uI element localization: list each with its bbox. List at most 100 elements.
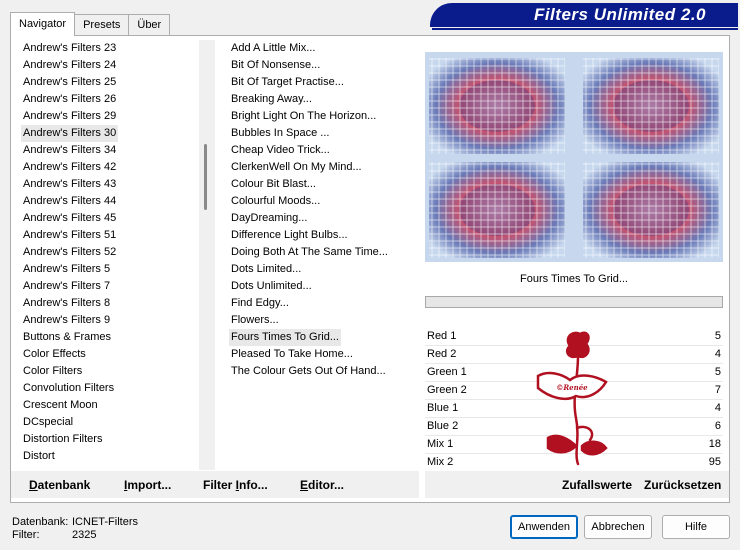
filter-item-label: Bit Of Target Practise...	[231, 76, 344, 88]
parameter-value: 5	[714, 330, 721, 342]
parameter-label: Red 2	[427, 348, 457, 360]
parameter-value: 6	[714, 420, 721, 432]
database-button[interactable]: Datenbank	[29, 478, 90, 492]
parameter-value: 4	[714, 348, 721, 360]
status-filter-value: 2325	[72, 529, 97, 541]
category-item[interactable]: Andrew's Filters 23	[18, 40, 198, 57]
filter-list[interactable]: Add A Little Mix... Bit Of Nonsense... Bit…	[226, 40, 416, 470]
category-item-label: Andrew's Filters 45	[23, 212, 117, 224]
category-item[interactable]: Andrew's Filters 42	[18, 159, 198, 176]
filter-item[interactable]: Colourful Moods...	[226, 193, 416, 210]
filter-item-label: ClerkenWell On My Mind...	[231, 161, 362, 173]
filter-info-button[interactable]: Filter Info...	[203, 478, 268, 492]
parameter-row[interactable]: Mix 2 95	[425, 454, 723, 472]
filter-item[interactable]: The Colour Gets Out Of Hand...	[226, 363, 416, 380]
parameter-row[interactable]: Green 2 7	[425, 382, 723, 400]
category-item-label: Distort	[23, 450, 55, 462]
cancel-button[interactable]: Abbrechen	[584, 515, 652, 539]
category-item[interactable]: Distort	[18, 448, 198, 465]
filter-item[interactable]: Doing Both At The Same Time...	[226, 244, 416, 261]
category-item-label: Andrew's Filters 44	[23, 195, 117, 207]
apply-button[interactable]: Anwenden	[510, 515, 578, 539]
filter-item[interactable]: Dots Limited...	[226, 261, 416, 278]
category-item[interactable]: Andrew's Filters 7	[18, 278, 198, 295]
category-item[interactable]: Color Effects	[18, 346, 198, 363]
category-item[interactable]: Andrew's Filters 29	[18, 108, 198, 125]
parameter-value: 18	[708, 438, 721, 450]
filter-item[interactable]: Bright Light On The Horizon...	[226, 108, 416, 125]
filter-item[interactable]: Dots Unlimited...	[226, 278, 416, 295]
filter-item[interactable]: Find Edgy...	[226, 295, 416, 312]
category-scrollbar[interactable]	[199, 40, 215, 470]
random-values-button[interactable]: Zufallswerte	[562, 478, 632, 492]
category-item-label: Andrew's Filters 29	[23, 110, 117, 122]
filter-item[interactable]: Bit Of Target Practise...	[226, 74, 416, 91]
filter-item-label: Cheap Video Trick...	[231, 144, 330, 156]
category-item-label: Andrew's Filters 42	[23, 161, 117, 173]
scrollbar-thumb[interactable]	[204, 144, 207, 210]
editor-button[interactable]: Editor...	[300, 478, 344, 492]
category-list[interactable]: Andrew's Filters 23 Andrew's Filters 24 An…	[18, 40, 198, 470]
parameter-label: Mix 1	[427, 438, 454, 450]
category-item[interactable]: Andrew's Filters 44	[18, 193, 198, 210]
category-item[interactable]: Andrew's Filters 5	[18, 261, 198, 278]
filter-item-label: Bit Of Nonsense...	[231, 59, 321, 71]
filter-item[interactable]: Fours Times To Grid...	[226, 329, 416, 346]
filter-item[interactable]: Add A Little Mix...	[226, 40, 416, 57]
category-item[interactable]: Andrew's Filters 24	[18, 57, 198, 74]
filter-item[interactable]: DayDreaming...	[226, 210, 416, 227]
help-button[interactable]: Hilfe	[662, 515, 730, 539]
parameter-row[interactable]: Blue 1 4	[425, 400, 723, 418]
category-item[interactable]: Buttons & Frames	[18, 329, 198, 346]
category-item[interactable]: Andrew's Filters 26	[18, 91, 198, 108]
filter-item[interactable]: Breaking Away...	[226, 91, 416, 108]
category-item[interactable]: Andrew's Filters 30	[18, 125, 198, 142]
category-item-label: Andrew's Filters 8	[23, 297, 111, 309]
import-button[interactable]: Import...	[124, 478, 171, 492]
category-item-label: Andrew's Filters 7	[23, 280, 111, 292]
parameter-row[interactable]: Green 1 5	[425, 364, 723, 382]
category-item-label: Andrew's Filters 24	[23, 59, 117, 71]
category-item[interactable]: Andrew's Filters 25	[18, 74, 198, 91]
tab-about[interactable]: Über	[128, 14, 171, 36]
category-item[interactable]: Andrew's Filters 34	[18, 142, 198, 159]
filter-item[interactable]: Flowers...	[226, 312, 416, 329]
filter-item[interactable]: Bit Of Nonsense...	[226, 57, 416, 74]
status-filter-key: Filter:	[12, 529, 40, 541]
tab-presets[interactable]: Presets	[74, 14, 130, 36]
category-item[interactable]: Crescent Moon	[18, 397, 198, 414]
category-item-label: Andrew's Filters 52	[23, 246, 117, 258]
parameter-row[interactable]: Mix 1 18	[425, 436, 723, 454]
filter-item-label: Doing Both At The Same Time...	[231, 246, 388, 258]
parameter-row[interactable]: Blue 2 6	[425, 418, 723, 436]
category-item[interactable]: Andrew's Filters 51	[18, 227, 198, 244]
category-item[interactable]: Andrew's Filters 43	[18, 176, 198, 193]
parameter-label: Blue 2	[427, 420, 459, 432]
filter-item[interactable]: Bubbles In Space ...	[226, 125, 416, 142]
filter-item-label: Add A Little Mix...	[231, 42, 316, 54]
category-item[interactable]: Andrew's Filters 45	[18, 210, 198, 227]
filter-item-label: The Colour Gets Out Of Hand...	[231, 365, 386, 377]
parameter-row[interactable]: Red 2 4	[425, 346, 723, 364]
filter-item[interactable]: Cheap Video Trick...	[226, 142, 416, 159]
category-item[interactable]: Color Filters	[18, 363, 198, 380]
filter-item[interactable]: Difference Light Bulbs...	[226, 227, 416, 244]
category-item[interactable]: Distortion Filters	[18, 431, 198, 448]
category-item[interactable]: Andrew's Filters 8	[18, 295, 198, 312]
category-item-label: Andrew's Filters 43	[23, 178, 117, 190]
tab-navigator[interactable]: Navigator	[10, 12, 76, 36]
reset-button[interactable]: Zurücksetzen	[644, 478, 721, 492]
filter-item[interactable]: ClerkenWell On My Mind...	[226, 159, 416, 176]
category-item[interactable]: Andrew's Filters 9	[18, 312, 198, 329]
parameter-label: Mix 2	[427, 456, 454, 468]
filter-item[interactable]: Colour Bit Blast...	[226, 176, 416, 193]
category-item[interactable]: Convolution Filters	[18, 380, 198, 397]
category-item-label: Andrew's Filters 5	[23, 263, 111, 275]
category-item-label: Convolution Filters	[23, 382, 115, 394]
category-item-label: Crescent Moon	[23, 399, 98, 411]
category-item[interactable]: DCspecial	[18, 414, 198, 431]
filter-item[interactable]: Pleased To Take Home...	[226, 346, 416, 363]
category-item[interactable]: Andrew's Filters 52	[18, 244, 198, 261]
parameter-row[interactable]: Red 1 5	[425, 328, 723, 346]
status-db-key: Datenbank:	[12, 516, 69, 528]
